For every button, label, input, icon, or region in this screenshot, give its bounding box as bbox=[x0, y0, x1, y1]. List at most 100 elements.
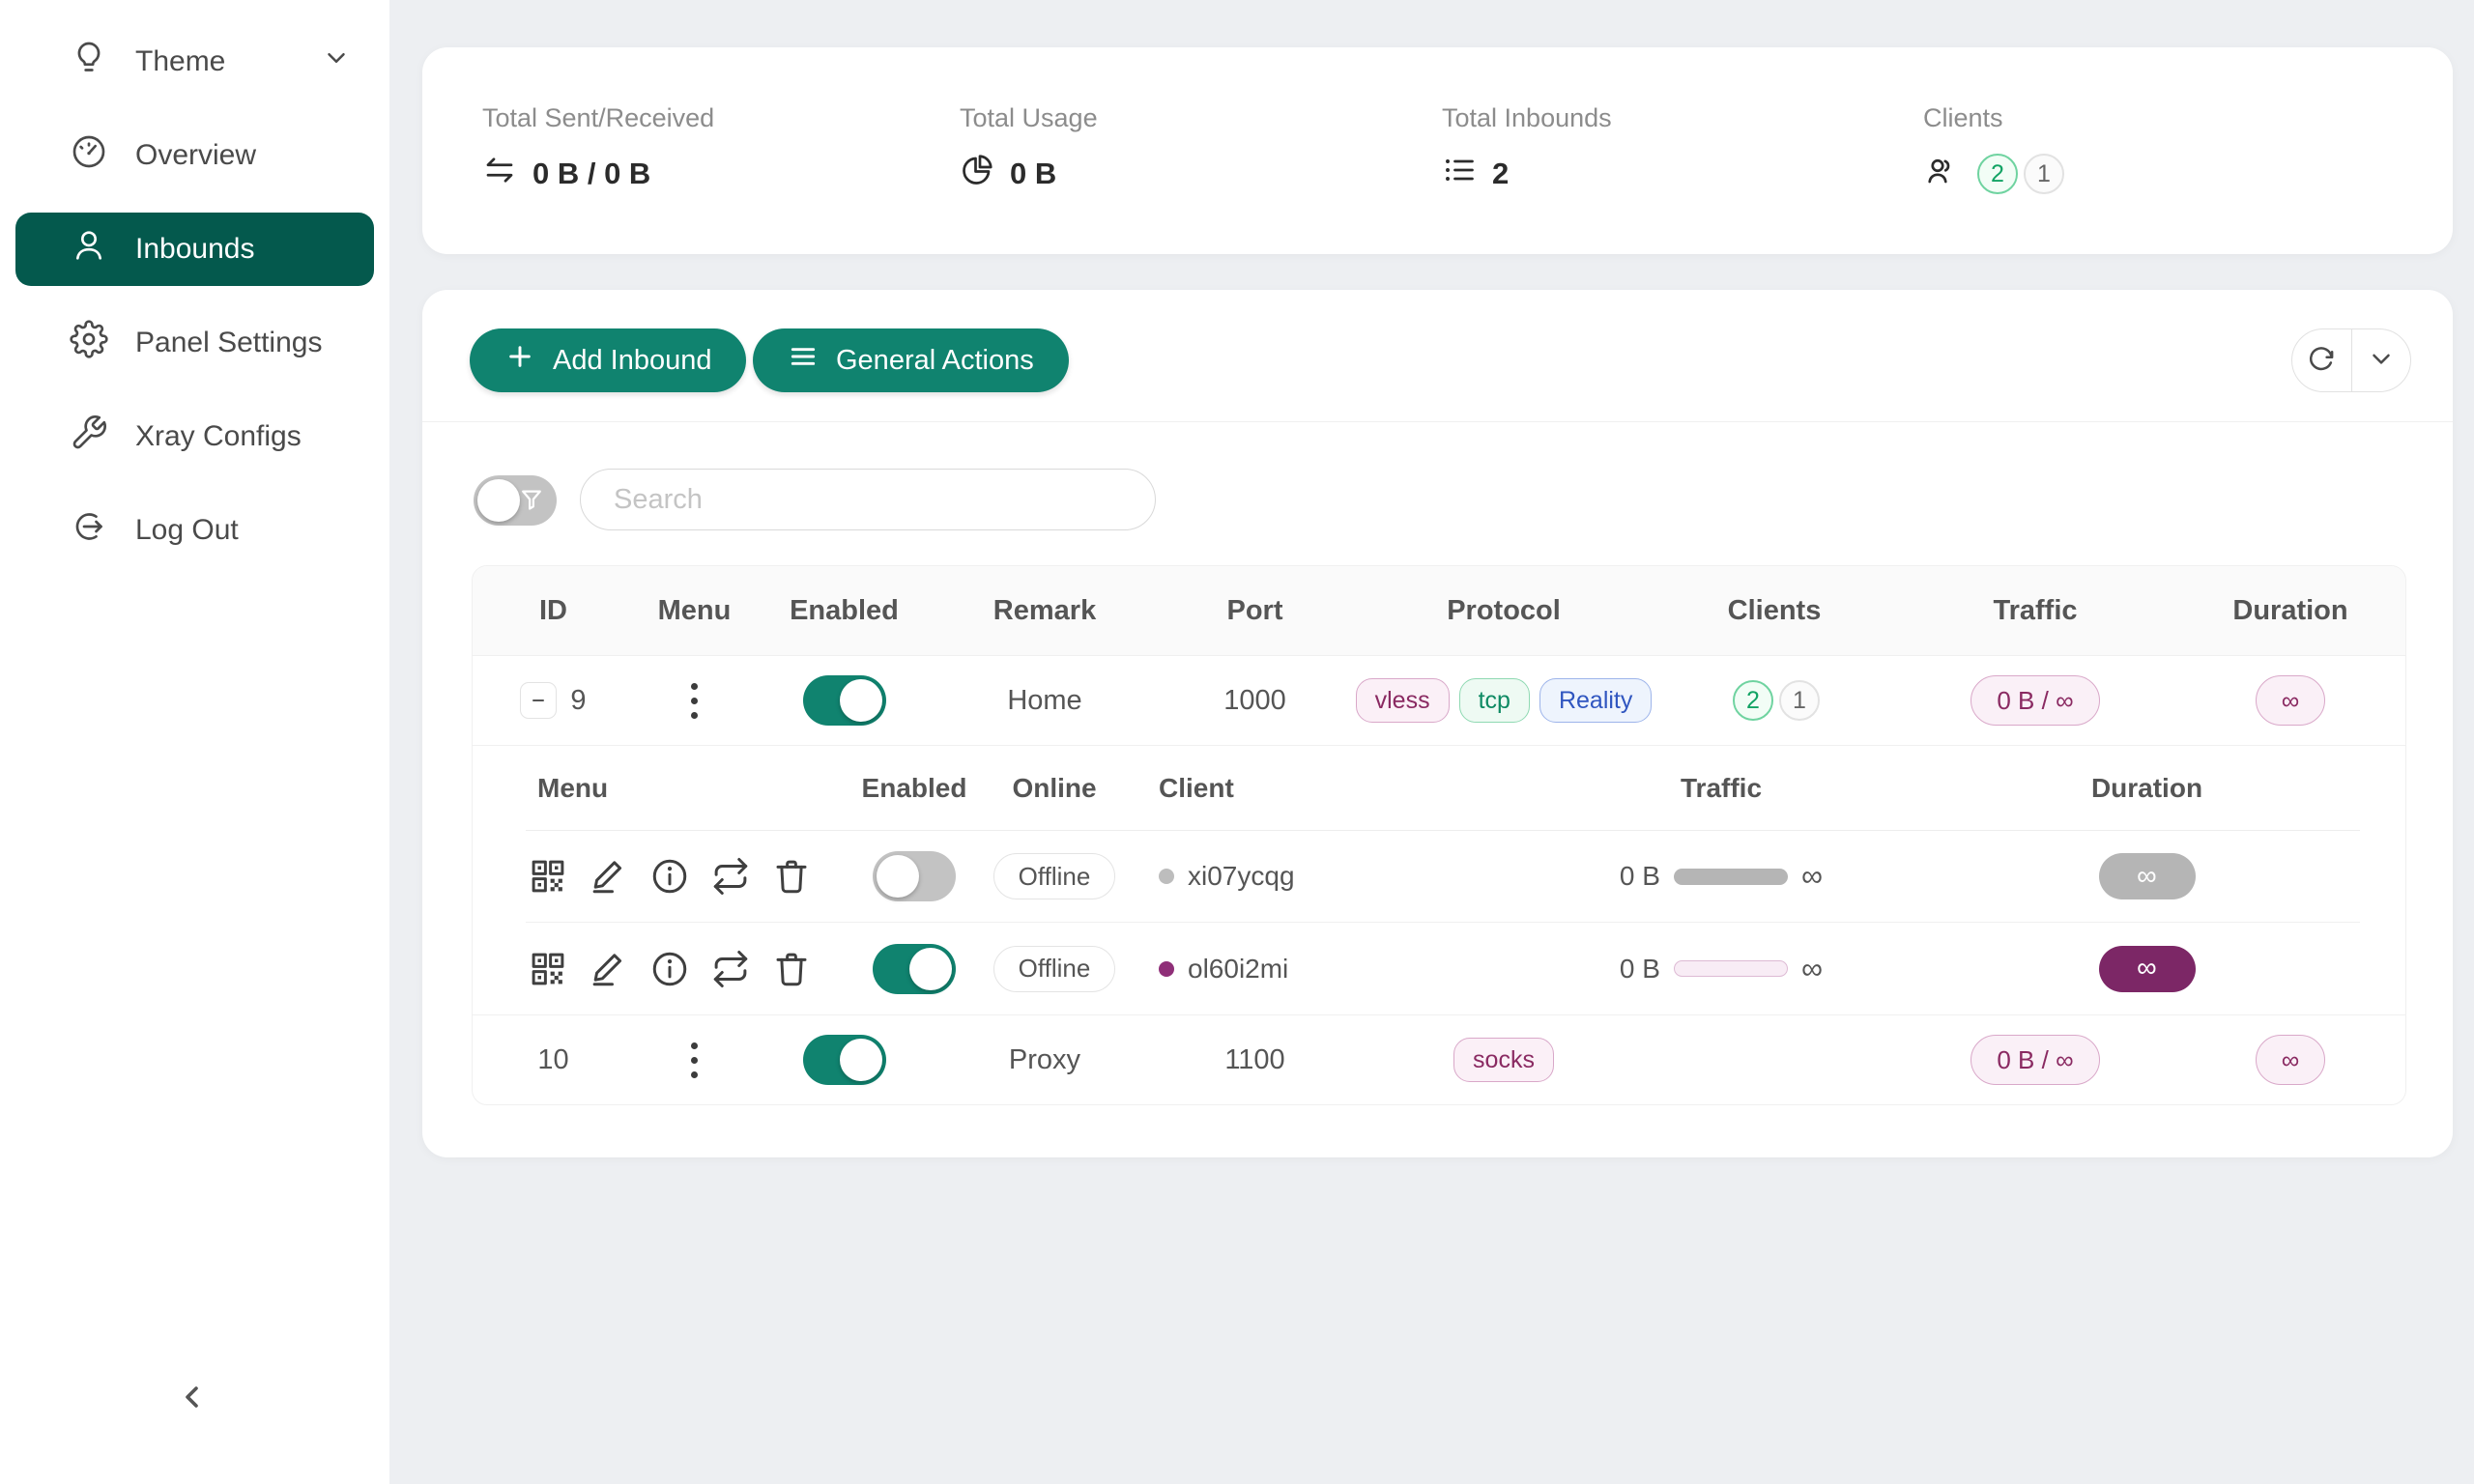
client-name: ol60i2mi bbox=[1188, 954, 1288, 985]
sidebar-item-label: Log Out bbox=[135, 514, 239, 547]
chevron-down-icon bbox=[322, 43, 351, 80]
inbound-id: 10 bbox=[537, 1044, 568, 1076]
subcolumn-header-enabled: Enabled bbox=[851, 773, 977, 804]
row-menu-button[interactable] bbox=[683, 675, 705, 727]
toggle-knob bbox=[877, 855, 919, 898]
swap-arrows-icon bbox=[482, 153, 517, 195]
client-enabled-toggle[interactable] bbox=[873, 851, 956, 901]
sidebar-collapse-button[interactable] bbox=[162, 1368, 224, 1430]
enabled-toggle[interactable] bbox=[803, 1035, 886, 1085]
user-icon bbox=[70, 226, 108, 272]
subcolumn-header-online: Online bbox=[977, 773, 1132, 804]
column-header-clients: Clients bbox=[1654, 595, 1895, 627]
traffic-limit: ∞ bbox=[1801, 859, 1823, 894]
column-header-id: ID bbox=[473, 595, 634, 627]
collapse-row-button[interactable] bbox=[520, 682, 557, 719]
stat-total-sent-received: Total Sent/Received 0 B / 0 B bbox=[482, 103, 714, 195]
plus-icon bbox=[504, 341, 535, 380]
qr-code-icon[interactable] bbox=[526, 854, 570, 899]
chevron-down-icon bbox=[2367, 344, 2396, 378]
delete-icon[interactable] bbox=[769, 854, 814, 899]
protocol-tags: socks bbox=[1453, 1038, 1554, 1082]
subcolumn-header-menu: Menu bbox=[526, 773, 851, 804]
qr-code-icon[interactable] bbox=[526, 947, 570, 991]
inbounds-page: Theme Overview Inbounds bbox=[0, 0, 2474, 1484]
search-row bbox=[422, 422, 2453, 565]
toolbar: Add Inbound General Actions bbox=[422, 290, 2453, 422]
client-status-dot bbox=[1159, 961, 1174, 977]
sidebar-item-panel-settings[interactable]: Panel Settings bbox=[15, 306, 374, 380]
sidebar-item-xray-configs[interactable]: Xray Configs bbox=[15, 400, 374, 473]
sidebar-item-inbounds[interactable]: Inbounds bbox=[15, 213, 374, 286]
table-row-inbound-10: 10 Proxy 1100 socks bbox=[473, 1014, 2405, 1104]
reset-traffic-icon[interactable] bbox=[708, 947, 753, 991]
stat-label: Total Sent/Received bbox=[482, 103, 714, 133]
traffic-used: 0 B bbox=[1620, 954, 1660, 985]
subcolumn-header-traffic: Traffic bbox=[1509, 773, 1934, 804]
subtable-header-row: Menu Enabled Online Client Traffic Durat… bbox=[526, 746, 2360, 831]
inbound-id: 9 bbox=[570, 685, 586, 717]
sidebar-menu: Theme Overview Inbounds bbox=[0, 0, 389, 567]
dashboard-icon bbox=[70, 132, 108, 179]
traffic-badge[interactable]: 0 B / ∞ bbox=[1971, 1035, 2099, 1085]
reset-traffic-icon[interactable] bbox=[708, 854, 753, 899]
subcolumn-header-client: Client bbox=[1132, 773, 1509, 804]
client-actions bbox=[526, 854, 814, 899]
toggle-knob bbox=[477, 479, 520, 522]
sidebar-item-log-out[interactable]: Log Out bbox=[15, 494, 374, 567]
info-icon[interactable] bbox=[647, 854, 692, 899]
chevron-left-icon bbox=[176, 1380, 211, 1419]
client-row-xi07ycqg: Offline xi07ycqg 0 B ∞ ∞ bbox=[526, 831, 2360, 923]
inbounds-card: Add Inbound General Actions bbox=[422, 290, 2453, 1157]
enabled-toggle[interactable] bbox=[803, 675, 886, 726]
logout-icon bbox=[70, 507, 108, 554]
client-row-ol60i2mi: Offline ol60i2mi 0 B ∞ ∞ bbox=[526, 923, 2360, 1014]
remark-cell: Home bbox=[934, 685, 1156, 717]
filter-toggle[interactable] bbox=[474, 475, 557, 526]
table-header-row: ID Menu Enabled Remark Port Protocol Cli… bbox=[473, 566, 2405, 655]
port-cell: 1000 bbox=[1156, 685, 1354, 717]
edit-icon[interactable] bbox=[587, 854, 631, 899]
expanded-client-table: Menu Enabled Online Client Traffic Durat… bbox=[473, 745, 2405, 1014]
sidebar-item-label: Panel Settings bbox=[135, 327, 322, 359]
stat-total-usage: Total Usage 0 B bbox=[960, 103, 1098, 195]
info-icon[interactable] bbox=[647, 947, 692, 991]
sidebar-item-overview[interactable]: Overview bbox=[15, 119, 374, 192]
column-header-duration: Duration bbox=[2175, 595, 2405, 627]
column-header-menu: Menu bbox=[634, 595, 755, 627]
duration-badge[interactable]: ∞ bbox=[2256, 675, 2326, 726]
pie-chart-icon bbox=[960, 153, 994, 195]
clients-deactive-badge: 1 bbox=[1779, 680, 1820, 721]
inbounds-table: ID Menu Enabled Remark Port Protocol Cli… bbox=[472, 565, 2406, 1105]
refresh-dropdown-button[interactable] bbox=[2351, 329, 2411, 391]
stat-value: 2 bbox=[1492, 157, 1509, 191]
traffic-badge[interactable]: 0 B / ∞ bbox=[1971, 675, 2099, 726]
protocol-tag: tcp bbox=[1459, 678, 1530, 723]
row-menu-button[interactable] bbox=[683, 1035, 705, 1086]
toggle-knob bbox=[909, 948, 952, 990]
general-actions-button[interactable]: General Actions bbox=[753, 328, 1069, 392]
refresh-button[interactable] bbox=[2292, 329, 2351, 391]
remark-cell: Proxy bbox=[934, 1044, 1156, 1076]
traffic-progress-bar bbox=[1674, 960, 1788, 977]
stat-value: 0 B / 0 B bbox=[532, 157, 650, 191]
table-row-inbound-9: 9 Home 1000 vless tcp Reality bbox=[473, 655, 2405, 745]
client-duration-badge[interactable]: ∞ bbox=[2099, 946, 2196, 992]
protocol-tag: socks bbox=[1453, 1038, 1554, 1082]
sidebar-item-theme[interactable]: Theme bbox=[15, 25, 374, 99]
delete-icon[interactable] bbox=[769, 947, 814, 991]
sidebar-item-label: Inbounds bbox=[135, 233, 254, 266]
traffic-progress-bar bbox=[1674, 869, 1788, 885]
stat-clients: Clients 2 1 bbox=[1923, 103, 2064, 195]
hamburger-menu-icon bbox=[788, 341, 819, 380]
add-inbound-button[interactable]: Add Inbound bbox=[470, 328, 746, 392]
toggle-knob bbox=[840, 1039, 882, 1081]
column-header-protocol: Protocol bbox=[1354, 595, 1654, 627]
list-icon bbox=[1442, 153, 1477, 195]
client-status-dot bbox=[1159, 869, 1174, 884]
client-enabled-toggle[interactable] bbox=[873, 944, 956, 994]
search-input[interactable] bbox=[580, 469, 1156, 530]
duration-badge[interactable]: ∞ bbox=[2256, 1035, 2326, 1085]
edit-icon[interactable] bbox=[587, 947, 631, 991]
client-duration-badge[interactable]: ∞ bbox=[2099, 853, 2196, 899]
